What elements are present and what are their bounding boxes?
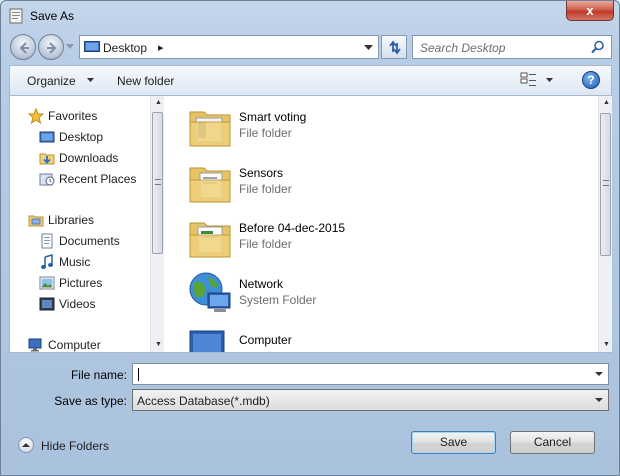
- scroll-up-icon[interactable]: ▲: [603, 99, 610, 106]
- network-icon: [189, 272, 231, 312]
- save-as-type-select[interactable]: Access Database(*.mdb): [132, 389, 609, 411]
- refresh-icon: [389, 40, 401, 55]
- nav-label: Music: [59, 255, 91, 269]
- nav-label: Downloads: [59, 151, 119, 165]
- save-button[interactable]: Save: [411, 431, 496, 454]
- file-item-network[interactable]: Network System Folder: [186, 269, 486, 321]
- libraries-icon: [28, 215, 44, 227]
- file-list: Smart voting File folder Sensors File fo…: [166, 96, 596, 352]
- file-item-smart-voting[interactable]: Smart voting File folder: [186, 102, 486, 154]
- browser-panes: Favorites Desktop Downloads Recent Place…: [9, 95, 612, 353]
- back-button[interactable]: [10, 34, 36, 60]
- command-toolbar: Organize New folder ?: [9, 65, 612, 95]
- computer-icon: [189, 330, 225, 352]
- scroll-up-icon[interactable]: ▲: [155, 99, 162, 106]
- search-input[interactable]: Search Desktop: [420, 41, 505, 55]
- file-item-sensors[interactable]: Sensors File folder: [186, 158, 486, 210]
- scroll-thumb[interactable]: [600, 113, 611, 256]
- refresh-button[interactable]: [381, 35, 407, 59]
- nav-label: Documents: [59, 234, 120, 248]
- back-arrow-icon: [19, 42, 29, 54]
- view-options-dropdown-icon[interactable]: [546, 78, 553, 83]
- pictures-icon: [39, 276, 55, 290]
- recent-pages-dropdown-icon[interactable]: [66, 44, 74, 50]
- new-folder-button[interactable]: New folder: [117, 74, 174, 88]
- title-bar: Save As x: [1, 1, 619, 31]
- file-name: Sensors: [239, 166, 284, 180]
- videos-icon: [39, 297, 55, 311]
- save-as-dialog: Save As x Desktop ▸ Search Desktop Organ…: [0, 0, 620, 476]
- search-box[interactable]: Search Desktop: [412, 35, 612, 59]
- music-icon: [41, 254, 53, 269]
- documents-icon: [41, 233, 53, 249]
- save-as-type-dropdown-icon[interactable]: [595, 398, 603, 403]
- file-type: File folder: [239, 237, 292, 251]
- nav-label: Pictures: [59, 276, 103, 290]
- file-name: Before 04-dec-2015: [239, 221, 346, 235]
- folder-icon: [189, 111, 231, 147]
- file-type: File folder: [239, 182, 292, 196]
- downloads-icon: [39, 153, 55, 165]
- file-item-before-04-dec-2015[interactable]: Before 04-dec-2015 File folder: [186, 213, 486, 265]
- file-item-computer[interactable]: Computer: [186, 325, 486, 352]
- file-name-dropdown-icon[interactable]: [595, 372, 603, 377]
- file-list-scrollbar[interactable]: ▲ ▼: [598, 96, 612, 352]
- file-name: Computer: [239, 333, 292, 347]
- nav-label: Videos: [59, 297, 96, 311]
- close-icon: x: [586, 3, 594, 18]
- folder-icon: [189, 222, 231, 258]
- nav-label: Libraries: [48, 213, 95, 227]
- change-view-icon[interactable]: [520, 72, 538, 88]
- nav-label: Desktop: [59, 130, 104, 144]
- save-as-type-label: Save as type:: [54, 394, 127, 408]
- organize-menu[interactable]: Organize: [27, 74, 76, 88]
- search-icon[interactable]: [591, 40, 605, 54]
- help-icon: ?: [587, 73, 595, 87]
- navigation-pane-scrollbar[interactable]: ▲ ▼: [150, 96, 164, 352]
- file-type: System Folder: [239, 293, 317, 307]
- navigation-pane: Favorites Desktop Downloads Recent Place…: [10, 96, 164, 352]
- save-as-icon: [9, 8, 23, 24]
- file-name: Smart voting: [239, 110, 307, 124]
- save-as-type-value: Access Database(*.mdb): [137, 394, 270, 408]
- nav-label: Favorites: [48, 109, 98, 123]
- scroll-down-icon[interactable]: ▼: [155, 341, 162, 348]
- address-bar[interactable]: Desktop ▸: [79, 35, 379, 59]
- breadcrumb-chevron-icon[interactable]: ▸: [158, 41, 164, 54]
- forward-arrow-icon: [47, 42, 57, 54]
- address-location[interactable]: Desktop: [103, 41, 147, 55]
- address-dropdown-icon[interactable]: [364, 45, 373, 51]
- scroll-down-icon[interactable]: ▼: [603, 341, 610, 348]
- file-name: Network: [239, 277, 284, 291]
- chevron-up-icon: [18, 437, 34, 453]
- file-name-label: File name:: [70, 368, 127, 382]
- cancel-button[interactable]: Cancel: [510, 431, 595, 454]
- hide-folders-label: Hide Folders: [41, 439, 110, 453]
- star-icon: [28, 108, 44, 124]
- desktop-icon: [39, 131, 55, 143]
- folder-icon: [189, 167, 231, 203]
- help-button[interactable]: ?: [582, 71, 600, 89]
- window-title: Save As: [30, 9, 75, 23]
- scroll-thumb[interactable]: [152, 112, 163, 254]
- file-name-input[interactable]: [132, 363, 609, 385]
- text-caret: [138, 368, 139, 381]
- nav-label: Recent Places: [59, 172, 137, 186]
- close-button[interactable]: x: [566, 1, 614, 21]
- computer-icon: [28, 338, 42, 352]
- file-type: File folder: [239, 126, 292, 140]
- forward-button[interactable]: [38, 34, 64, 60]
- organize-dropdown-icon[interactable]: [87, 78, 94, 83]
- recent-places-icon: [39, 173, 55, 186]
- desktop-location-icon: [84, 41, 100, 52]
- nav-label: Computer: [48, 338, 101, 352]
- navigation-bar: Desktop ▸ Search Desktop: [1, 31, 619, 63]
